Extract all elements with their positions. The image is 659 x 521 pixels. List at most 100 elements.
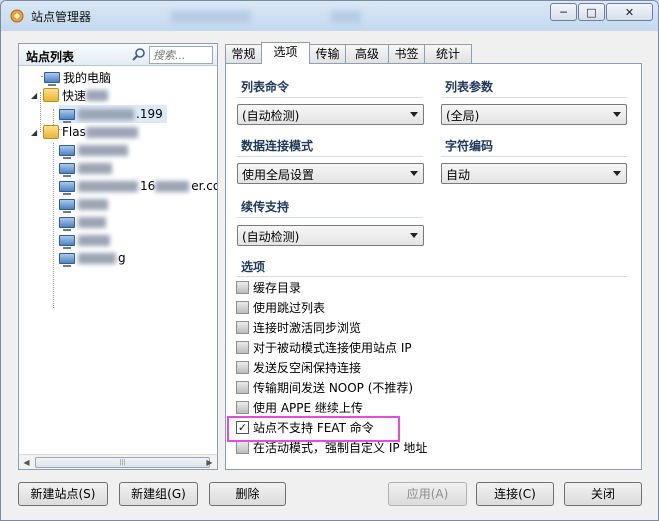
tree-item-my-computer[interactable]: 我的电脑	[44, 68, 111, 86]
list-params-value: (全局)	[446, 109, 480, 123]
close-button[interactable]: 关闭	[564, 482, 642, 506]
resume-support-label: 续传支持	[241, 200, 290, 214]
checkbox-box[interactable]	[236, 320, 249, 334]
blurred-text	[85, 126, 138, 138]
checkbox-use-skip-list[interactable]: 使用跳过列表	[236, 298, 325, 316]
blurred-text	[78, 216, 106, 228]
search-icon[interactable]	[131, 47, 147, 63]
tree-item-quick-site[interactable]: .199	[59, 105, 167, 123]
site-icon	[59, 162, 75, 177]
delete-button[interactable]: 删除	[209, 482, 286, 506]
folder-icon	[43, 125, 59, 139]
minimize-button[interactable]: ─	[550, 3, 577, 21]
list-command-select[interactable]: (自动检测)	[237, 104, 424, 125]
close-window-button[interactable]: ✕	[606, 3, 653, 21]
site-tree[interactable]: 我的电脑 ◢ 快速 .199 ◢ Flas 16 er.c g	[19, 67, 217, 455]
checkbox-label: 缓存目录	[253, 280, 302, 295]
apply-button[interactable]: 应用(A)	[388, 482, 467, 506]
tree-item-label: .199	[136, 107, 163, 121]
checkbox-cache-directory[interactable]: 缓存目录	[236, 278, 301, 296]
blurred-title-text	[331, 11, 361, 23]
site-icon	[59, 180, 75, 195]
blurred-title-text	[171, 11, 251, 23]
checkbox-passive-site-ip[interactable]: 对于被动模式连接使用站点 IP	[236, 338, 412, 356]
scrollbar-thumb[interactable]: |||	[35, 457, 210, 468]
horizontal-scrollbar[interactable]: ◀ ||| ▶	[19, 454, 217, 469]
checkbox-box[interactable]	[236, 360, 249, 374]
resume-support-select[interactable]: (自动检测)	[237, 225, 424, 246]
title-bar[interactable]: 站点管理器 ─ □ ✕	[1, 1, 658, 31]
checkbox-box[interactable]	[236, 300, 249, 314]
site-icon	[59, 144, 75, 159]
tab-general[interactable]: 常规	[225, 44, 262, 63]
tab-transfer[interactable]: 传输	[309, 44, 346, 63]
tree-item-quick-folder[interactable]: ◢ 快速	[31, 86, 110, 104]
dropdown-arrow-icon	[613, 171, 621, 176]
scroll-left-icon[interactable]: ◀	[19, 455, 34, 470]
scroll-right-icon[interactable]: ▶	[202, 455, 217, 470]
checkbox-label: 使用跳过列表	[253, 300, 326, 315]
site-list-header: 站点列表	[19, 44, 217, 66]
tab-statistics[interactable]: 统计	[424, 44, 472, 63]
divider	[237, 156, 423, 157]
blurred-text	[155, 180, 190, 192]
checkbox-label: 使用 APPE 继续上传	[253, 400, 363, 415]
site-icon	[59, 216, 75, 231]
checkbox-send-noop[interactable]: 传输期间发送 NOOP (不推荐)	[236, 378, 413, 396]
divider	[237, 217, 423, 218]
tab-bookmarks[interactable]: 书签	[388, 44, 425, 63]
charset-select[interactable]: 自动	[441, 163, 627, 184]
divider	[237, 276, 627, 277]
new-site-button[interactable]: 新建站点(S)	[18, 482, 108, 506]
blurred-text	[78, 144, 128, 156]
site-search-input[interactable]	[149, 46, 213, 64]
blurred-text	[86, 89, 109, 101]
checkbox-box[interactable]	[236, 380, 249, 394]
tab-options[interactable]: 选项	[261, 42, 310, 64]
checkbox-label: 连接时激活同步浏览	[253, 320, 362, 335]
app-icon	[10, 9, 24, 23]
blurred-text	[78, 108, 134, 120]
collapse-arrow-icon[interactable]: ◢	[31, 128, 40, 137]
tree-item-label: 快速	[62, 88, 87, 103]
checkbox-use-appe[interactable]: 使用 APPE 继续上传	[236, 398, 363, 416]
data-mode-value: 使用全局设置	[242, 168, 315, 182]
tree-item-site[interactable]	[59, 231, 112, 249]
dropdown-arrow-icon	[410, 233, 418, 238]
data-mode-select[interactable]: 使用全局设置	[237, 163, 424, 184]
highlight-annotation-box	[227, 416, 400, 442]
dropdown-arrow-icon	[410, 112, 418, 117]
checkbox-keep-alive[interactable]: 发送反空闲保持连接	[236, 358, 361, 376]
tree-item-site[interactable]	[59, 213, 108, 231]
computer-icon	[44, 71, 60, 86]
divider	[441, 97, 627, 98]
checkbox-box[interactable]	[236, 340, 249, 354]
blurred-text	[78, 162, 112, 174]
checkbox-sync-browsing[interactable]: 连接时激活同步浏览	[236, 318, 361, 336]
collapse-arrow-icon[interactable]: ◢	[31, 91, 40, 100]
maximize-button[interactable]: □	[578, 3, 605, 21]
new-group-button[interactable]: 新建组(G)	[119, 482, 198, 506]
checkbox-label: 传输期间发送 NOOP (不推荐)	[253, 380, 414, 395]
tree-item-site[interactable]	[59, 195, 110, 213]
connect-button[interactable]: 连接(C)	[476, 482, 554, 506]
tree-item-flash-folder[interactable]: ◢ Flas	[31, 123, 140, 141]
charset-value: 自动	[446, 168, 471, 182]
tree-item-site[interactable]	[59, 159, 114, 177]
checkbox-box[interactable]	[236, 280, 249, 294]
resume-support-value: (自动检测)	[242, 230, 300, 244]
data-mode-label: 数据连接模式	[241, 139, 314, 153]
tab-advanced[interactable]: 高级	[345, 44, 389, 63]
options-section-title: 选项	[241, 260, 266, 274]
blurred-text	[78, 252, 116, 264]
checkbox-label: 发送反空闲保持连接	[253, 360, 362, 375]
site-list-panel: 站点列表 我的电脑 ◢ 快速	[18, 43, 218, 470]
tree-item-site[interactable]: 16 er.co	[59, 177, 217, 195]
checkbox-box[interactable]	[236, 400, 249, 414]
tree-item-site[interactable]	[59, 141, 130, 159]
tree-item-site[interactable]: g	[59, 249, 126, 267]
checkbox-box[interactable]	[236, 440, 249, 454]
list-params-select[interactable]: (全局)	[441, 104, 627, 125]
blurred-text	[78, 180, 138, 192]
site-icon	[59, 108, 75, 123]
